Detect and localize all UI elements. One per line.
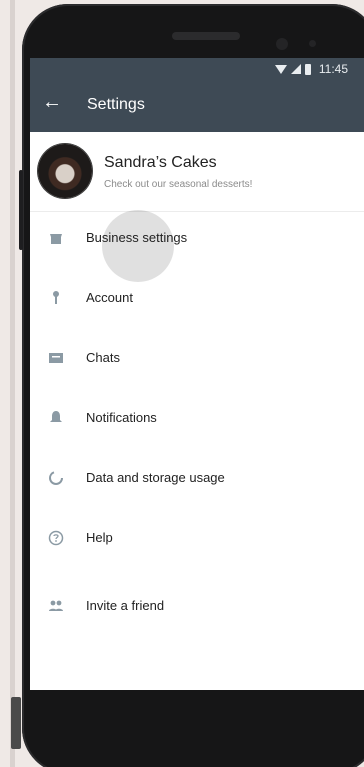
store-icon: [48, 230, 64, 246]
menu-item-label: Chats: [86, 350, 120, 365]
page-title: Settings: [87, 96, 145, 113]
menu-item-notifications[interactable]: Notifications: [30, 396, 364, 440]
status-bar: 11:45: [30, 58, 364, 80]
front-camera: [276, 38, 288, 50]
chat-icon: [48, 350, 64, 366]
profile-name: Sandra’s Cakes: [104, 154, 217, 171]
menu-item-help[interactable]: Help: [30, 516, 364, 560]
side-button: [19, 170, 23, 250]
help-icon: [48, 530, 64, 546]
arrow-left-icon[interactable]: ←: [42, 92, 62, 112]
menu-item-label: Account: [86, 290, 133, 305]
cellular-signal-icon: [290, 64, 301, 74]
data-usage-icon: [48, 470, 64, 486]
bell-icon: [48, 410, 64, 426]
status-icons: 11:45: [274, 62, 348, 76]
people-icon: [48, 598, 64, 614]
profile-status: Check out our seasonal desserts!: [104, 179, 253, 190]
menu-item-label: Help: [86, 530, 113, 545]
menu-item-label: Notifications: [86, 410, 157, 425]
speaker: [172, 32, 240, 40]
avatar[interactable]: [38, 144, 92, 198]
menu-item-invite-friend[interactable]: Invite a friend: [30, 584, 364, 628]
battery-icon: [304, 63, 311, 75]
key-icon: [48, 290, 64, 306]
menu-item-chats[interactable]: Chats: [30, 336, 364, 380]
background-tab: [11, 697, 21, 749]
status-time: 11:45: [318, 62, 348, 76]
background-strip: [10, 0, 15, 767]
phone-screen: 11:45 ← Settings Sandra’s Cakes Check ou…: [30, 58, 364, 690]
wifi-icon: [274, 64, 287, 74]
menu-item-data-storage[interactable]: Data and storage usage: [30, 456, 364, 500]
menu-item-label: Invite a friend: [86, 598, 165, 613]
menu-item-account[interactable]: Account: [30, 276, 364, 320]
profile-card[interactable]: Sandra’s Cakes Check out our seasonal de…: [30, 132, 364, 212]
sensor: [309, 40, 316, 47]
menu-item-label: Data and storage usage: [86, 470, 225, 485]
app-bar: ← Settings: [30, 80, 364, 132]
menu-item-label: Business settings: [86, 230, 188, 245]
menu-item-business-settings[interactable]: Business settings: [30, 216, 364, 260]
